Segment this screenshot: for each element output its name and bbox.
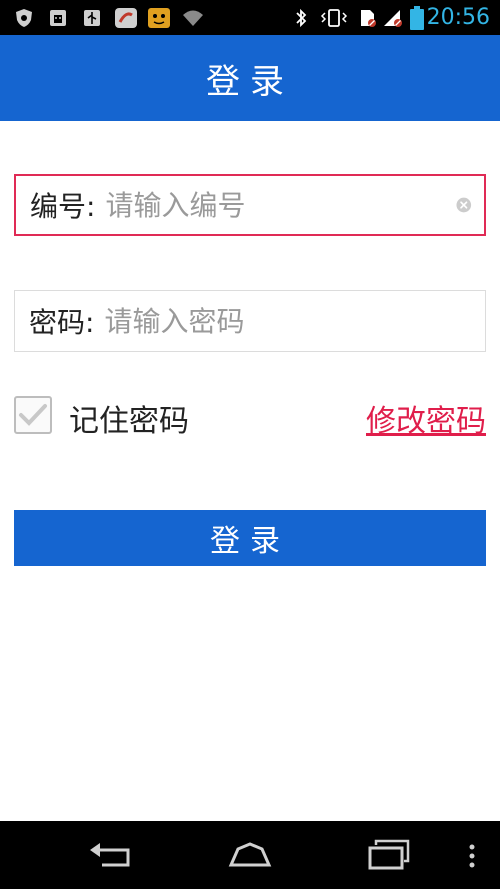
id-label: 编号: (30, 190, 96, 223)
no-signal-icon (384, 10, 402, 27)
shield-icon (16, 9, 32, 27)
back-icon[interactable] (88, 841, 132, 867)
status-time: 20:56 (426, 5, 490, 30)
navigation-bar (0, 821, 500, 889)
page-title: 登录 (206, 61, 294, 102)
recent-apps-icon[interactable] (368, 839, 410, 871)
remember-checkbox[interactable] (14, 396, 52, 434)
status-bar: 20:56 (0, 0, 500, 35)
id-field-container: 编号: (14, 174, 486, 236)
menu-icon[interactable] (467, 843, 477, 869)
password-label: 密码: (29, 306, 95, 339)
remember-row: 记住密码 修改密码 (14, 392, 486, 440)
home-icon[interactable] (228, 841, 272, 869)
password-input[interactable] (102, 303, 485, 339)
remember-label: 记住密码 (69, 404, 189, 439)
wifi-icon (183, 10, 203, 26)
notification-app-icon (115, 8, 137, 28)
battery-icon (410, 6, 424, 30)
clear-icon[interactable] (456, 188, 472, 222)
check-icon (19, 404, 47, 426)
vibrate-icon (320, 9, 348, 27)
usb-icon (84, 10, 100, 26)
sim-no-signal-icon (361, 10, 376, 27)
login-button[interactable]: 登录 (14, 510, 486, 566)
id-input[interactable] (103, 187, 457, 223)
app-header: 登录 (0, 35, 500, 121)
android-debug-icon (50, 10, 66, 26)
tiger-app-icon (148, 8, 170, 28)
change-password-link[interactable]: 修改密码 (366, 396, 486, 440)
password-field-container: 密码: (14, 290, 486, 352)
bluetooth-icon (296, 8, 307, 28)
